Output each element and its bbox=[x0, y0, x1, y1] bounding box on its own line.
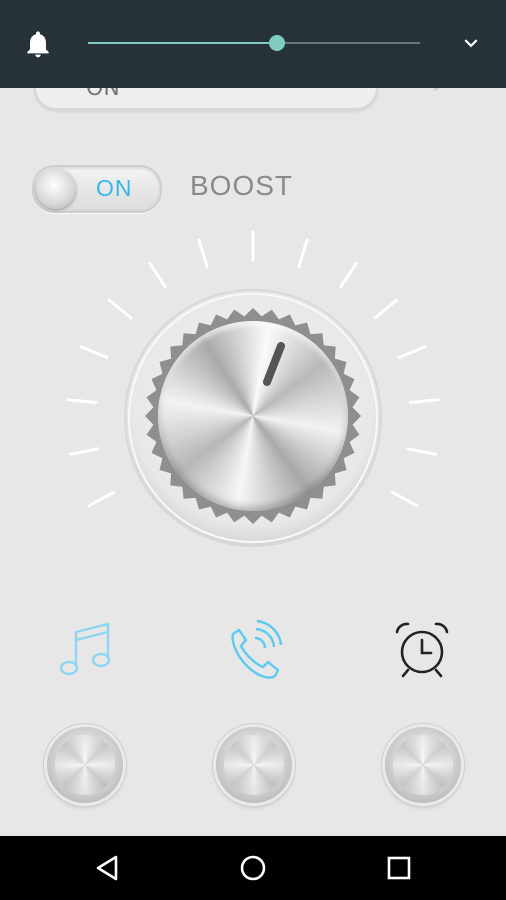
dial-tick bbox=[373, 298, 399, 320]
navigation-bar bbox=[0, 836, 506, 900]
dial-tick bbox=[197, 238, 209, 269]
home-circle-icon[interactable] bbox=[237, 852, 269, 884]
dial-tick bbox=[69, 447, 100, 456]
alarm-clock-icon[interactable] bbox=[392, 618, 452, 682]
call-volume-knob[interactable] bbox=[216, 727, 292, 803]
dial-tick bbox=[406, 447, 437, 456]
dial-tick bbox=[148, 261, 167, 289]
alarm-volume-knob[interactable] bbox=[385, 727, 461, 803]
boost-toggle[interactable]: ON bbox=[32, 165, 162, 213]
dial-tick bbox=[397, 345, 427, 360]
volume-panel bbox=[0, 0, 506, 88]
dial-tick bbox=[107, 298, 133, 320]
volume-slider-fill bbox=[88, 42, 277, 44]
boost-label: BOOST bbox=[190, 170, 294, 201]
dial-tick bbox=[408, 398, 440, 405]
dial-tick bbox=[297, 238, 309, 269]
music-note-icon[interactable] bbox=[56, 618, 116, 682]
recents-square-icon[interactable] bbox=[383, 852, 415, 884]
back-triangle-icon[interactable] bbox=[92, 852, 124, 884]
dial-tick bbox=[339, 261, 358, 289]
music-volume-knob[interactable] bbox=[47, 727, 123, 803]
dial-tick bbox=[79, 345, 109, 360]
knob-brushed bbox=[158, 321, 348, 511]
dial-tick bbox=[87, 490, 116, 508]
toggle-state-label: ON bbox=[96, 175, 133, 201]
volume-slider[interactable] bbox=[88, 35, 420, 51]
bell-icon[interactable] bbox=[22, 28, 54, 60]
chevron-down-icon[interactable] bbox=[456, 30, 486, 56]
volume-slider-thumb[interactable] bbox=[269, 35, 285, 51]
toggle-knob bbox=[36, 169, 76, 209]
dial-tick bbox=[66, 398, 98, 405]
phone-call-icon[interactable] bbox=[223, 618, 283, 682]
dial-tick bbox=[390, 490, 419, 508]
volume-dial[interactable] bbox=[0, 220, 506, 580]
